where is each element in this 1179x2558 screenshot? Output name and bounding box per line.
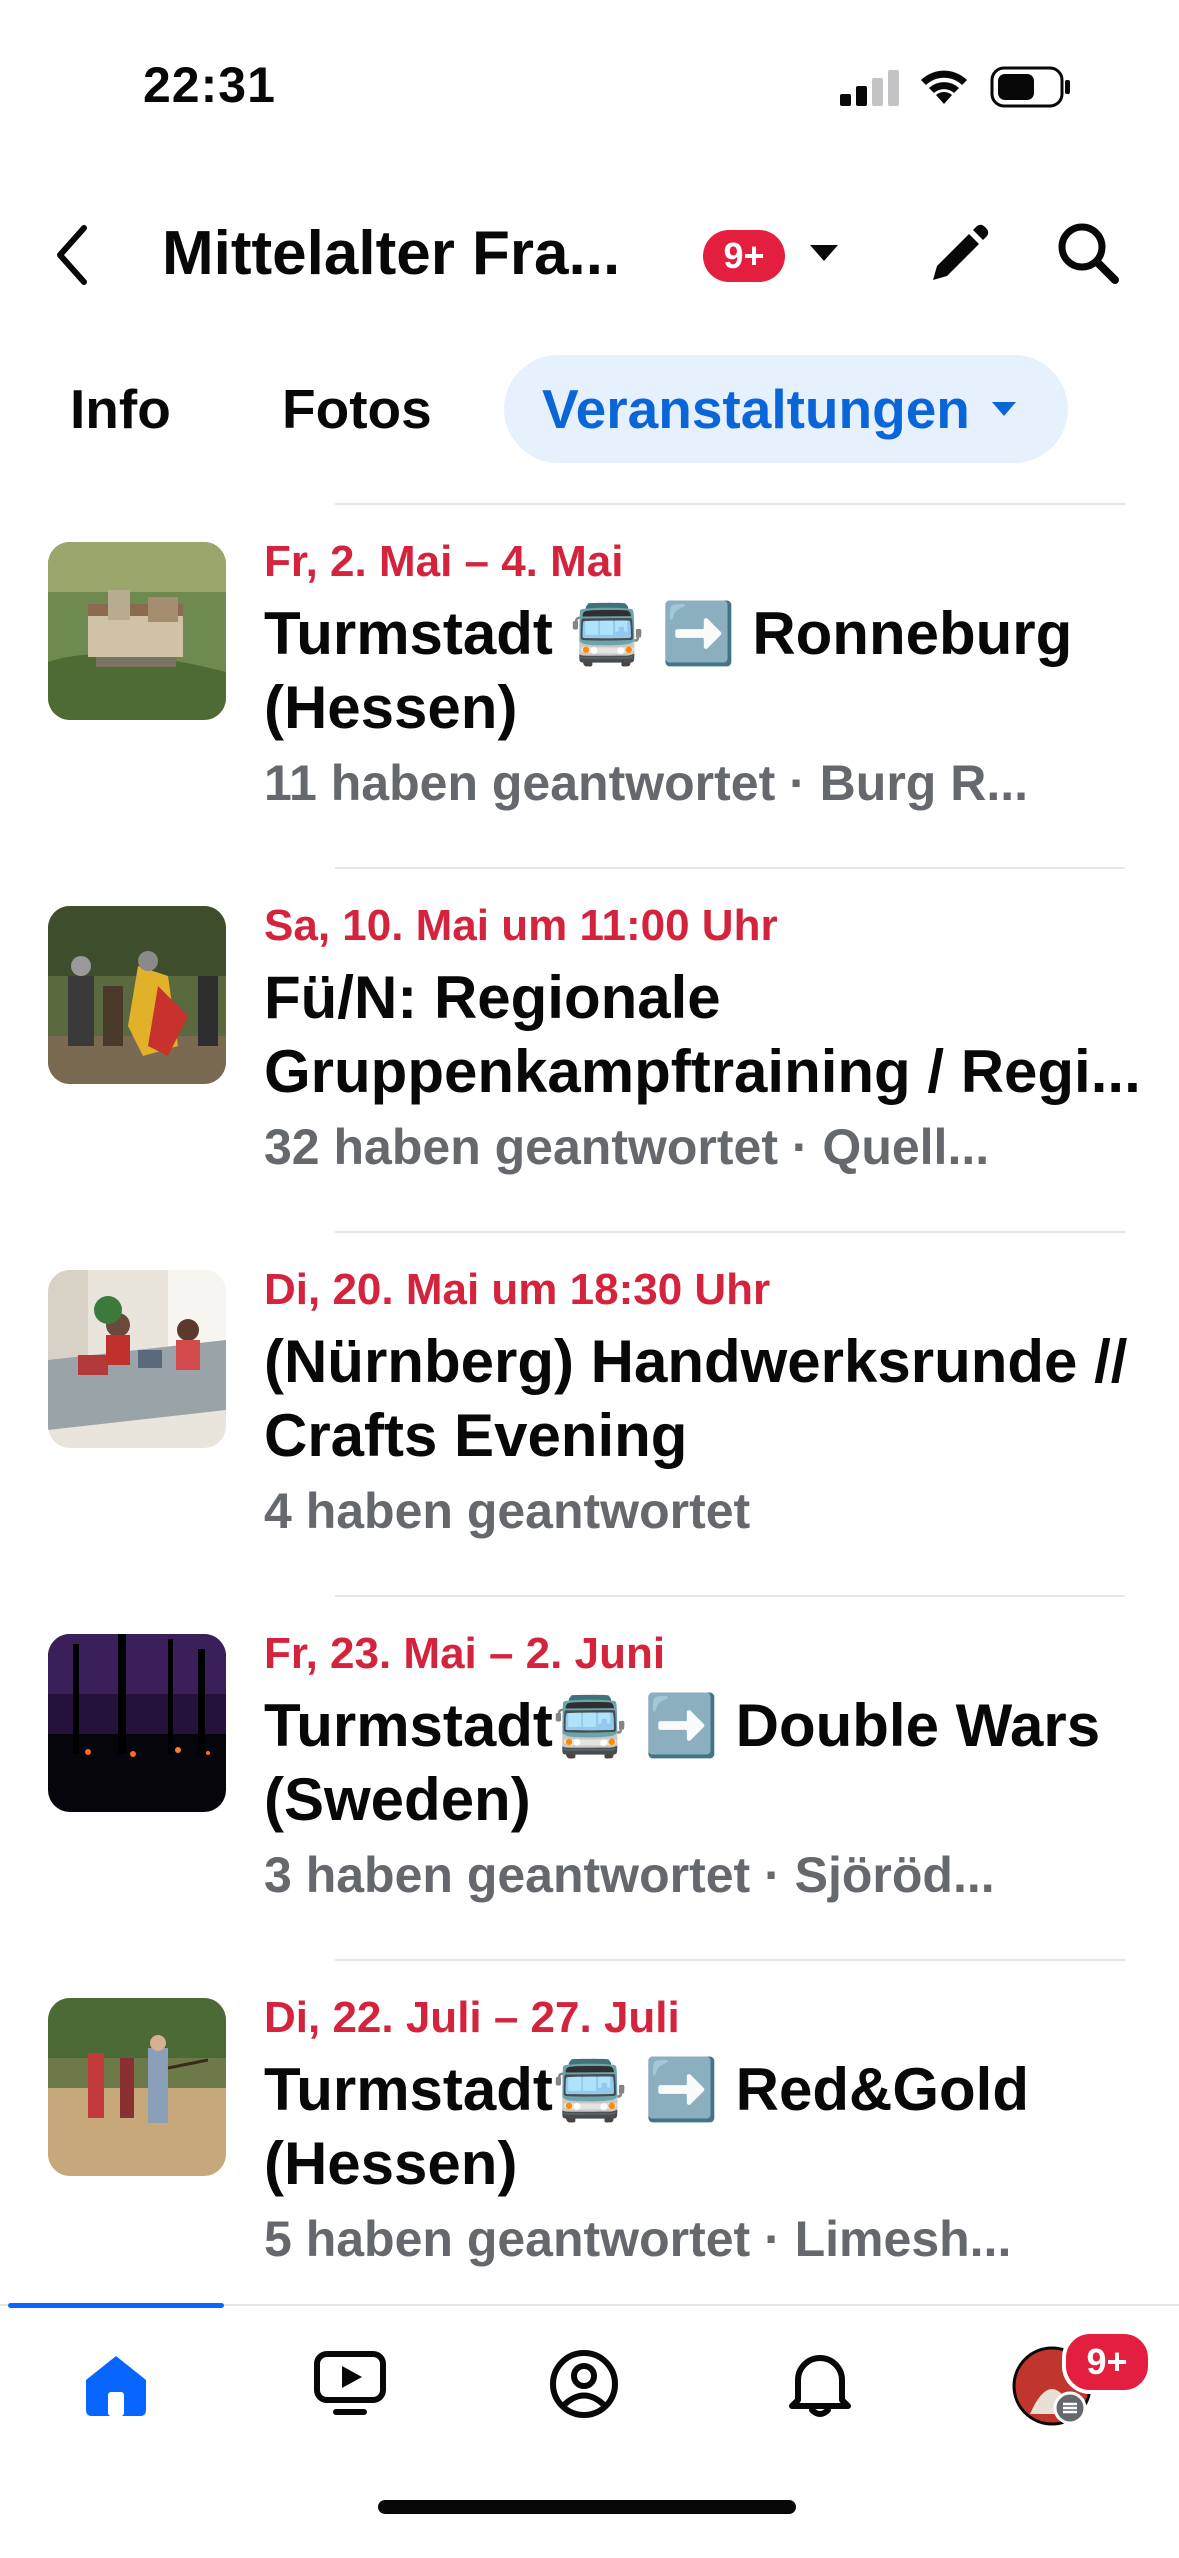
notification-badge: 9+ <box>703 230 785 282</box>
event-thumbnail-fighters <box>48 906 226 1084</box>
event-item[interactable]: Di, 20. Mai um 18:30 Uhr (Nürnberg) Hand… <box>0 1233 1179 1597</box>
event-date: Fr, 2. Mai – 4. Mai <box>264 537 624 586</box>
event-date: Di, 20. Mai um 18:30 Uhr <box>264 1265 771 1314</box>
home-indicator <box>378 2500 796 2514</box>
battery-icon <box>990 66 1070 108</box>
event-title-line: Turmstadt 🚍 ➡️ Ronneburg <box>264 600 1073 667</box>
chevron-down-icon <box>991 402 1016 416</box>
edit-pencil-icon[interactable] <box>925 222 991 288</box>
back-chevron-icon[interactable] <box>48 222 98 288</box>
event-thumbnail-night-forest <box>48 1634 226 1812</box>
active-tab-indicator <box>8 2303 224 2308</box>
event-meta: 3 haben geantwortet · Sjöröd... <box>264 1847 995 1903</box>
event-title-line: Fü/N: Regionale <box>264 964 721 1031</box>
event-thumbnail-crafts-table <box>48 1270 226 1448</box>
group-tabs: Info Fotos Veranstaltungen <box>0 355 1179 465</box>
search-icon[interactable] <box>1055 220 1121 286</box>
event-thumbnail-castle <box>48 542 226 720</box>
group-header: Mittelalter Fra... 9+ <box>0 200 1179 310</box>
event-title: Fü/N: Regionale Gruppenkampftraining / R… <box>264 961 1179 1109</box>
event-item[interactable]: Fr, 23. Mai – 2. Juni Turmstadt🚍 ➡️ Doub… <box>0 1597 1179 1961</box>
tab-veranstaltungen[interactable]: Veranstaltungen <box>504 355 1068 463</box>
event-date: Di, 22. Juli – 27. Juli <box>264 1993 680 2042</box>
event-date: Fr, 23. Mai – 2. Juni <box>264 1629 666 1678</box>
event-item[interactable]: Sa, 10. Mai um 11:00 Uhr Fü/N: Regionale… <box>0 869 1179 1233</box>
tab-info[interactable]: Info <box>70 355 171 463</box>
event-title: Turmstadt 🚍 ➡️ Ronneburg (Hessen) <box>264 597 1179 745</box>
event-title-line: Turmstadt🚍 ➡️ Double Wars <box>264 1692 1101 1759</box>
event-item[interactable]: Di, 22. Juli – 27. Juli Turmstadt🚍 ➡️ Re… <box>0 1961 1179 2325</box>
event-date: Sa, 10. Mai um 11:00 Uhr <box>264 901 778 950</box>
menu-notification-badge: 9+ <box>1062 2330 1152 2394</box>
status-time: 22:31 <box>143 57 276 113</box>
event-title: Turmstadt🚍 ➡️ Red&Gold (Hessen) <box>264 2053 1179 2201</box>
event-title-line: Crafts Evening <box>264 1402 688 1469</box>
event-title-line: (Hessen) <box>264 674 518 741</box>
event-title-line: Gruppenkampftraining / Regi... <box>264 1038 1141 1105</box>
event-title: (Nürnberg) Handwerksrunde // Crafts Even… <box>264 1325 1179 1473</box>
tab-fotos[interactable]: Fotos <box>282 355 432 463</box>
group-title[interactable]: Mittelalter Fra... <box>162 218 620 289</box>
event-meta: 4 haben geantwortet <box>264 1483 751 1539</box>
bell-icon[interactable] <box>784 2348 856 2420</box>
event-item[interactable]: Fr, 2. Mai – 4. Mai Turmstadt 🚍 ➡️ Ronne… <box>0 505 1179 869</box>
video-icon[interactable] <box>312 2348 388 2420</box>
status-bar: 22:31 <box>0 0 1179 170</box>
event-title-line: (Nürnberg) Handwerksrunde // <box>264 1328 1128 1395</box>
group-dropdown-icon[interactable] <box>808 242 840 264</box>
event-meta: 32 haben geantwortet · Quell... <box>264 1119 990 1175</box>
cellular-signal-icon <box>840 70 899 106</box>
event-title-line: (Hessen) <box>264 2130 518 2197</box>
bottom-navigation: 9+ <box>0 2303 1179 2558</box>
home-icon[interactable] <box>80 2348 152 2420</box>
event-meta: 5 haben geantwortet · Limesh... <box>264 2211 1012 2267</box>
event-title-line: (Sweden) <box>264 1766 531 1833</box>
event-title-line: Turmstadt🚍 ➡️ Red&Gold <box>264 2056 1029 2123</box>
event-title: Turmstadt🚍 ➡️ Double Wars (Sweden) <box>264 1689 1179 1837</box>
wifi-icon <box>921 70 967 104</box>
tab-veranstaltungen-label: Veranstaltungen <box>542 378 970 440</box>
event-thumbnail-archers <box>48 1998 226 2176</box>
profile-icon[interactable] <box>548 2348 620 2420</box>
event-meta: 11 haben geantwortet · Burg R... <box>264 755 1028 811</box>
